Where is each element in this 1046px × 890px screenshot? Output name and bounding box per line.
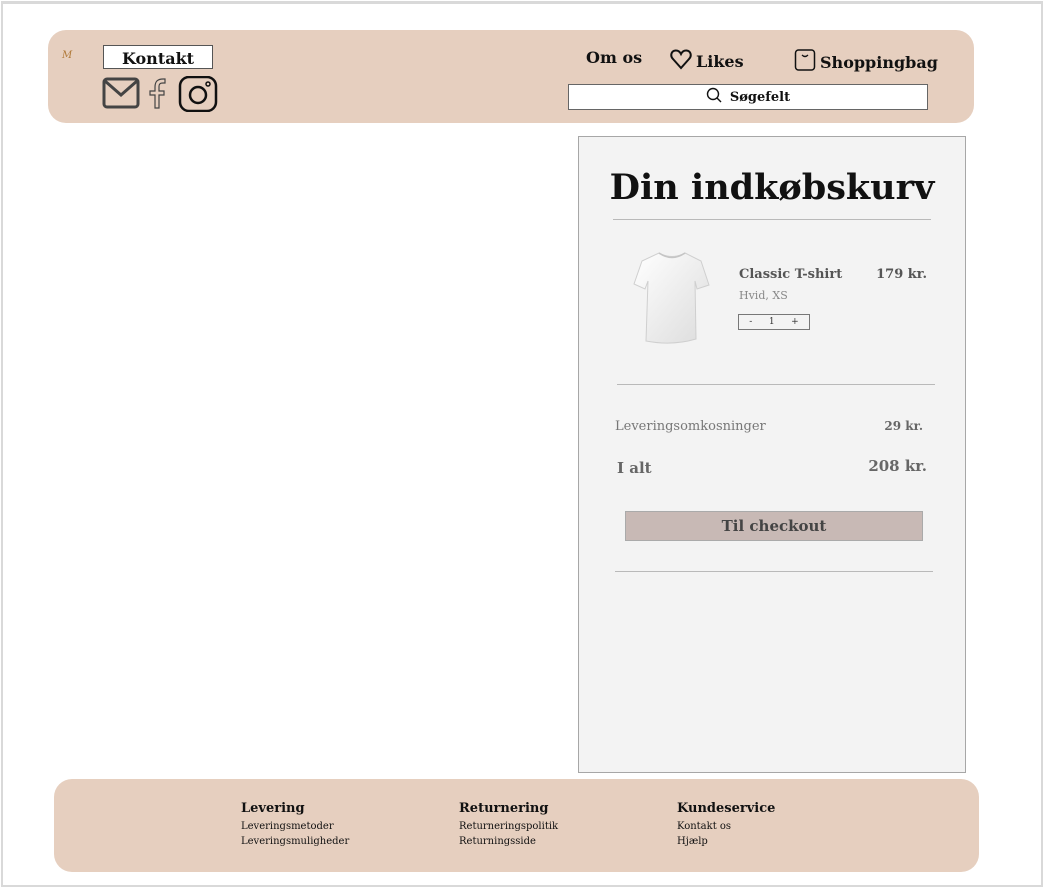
product-price: 179 kr. — [876, 267, 927, 282]
quantity-value: 1 — [768, 317, 775, 327]
nav-likes[interactable]: Likes — [670, 48, 744, 74]
checkout-button[interactable]: Til checkout — [625, 511, 923, 541]
footer-link[interactable]: Returningsside — [459, 834, 558, 849]
shipping-price: 29 kr. — [884, 419, 923, 433]
footer-column-returnering: Returnering Returneringspolitik Returnin… — [459, 801, 558, 849]
search-input[interactable]: Søgefelt — [568, 84, 928, 110]
nav-about-label: Om os — [586, 48, 643, 67]
search-icon — [706, 87, 722, 107]
product-name[interactable]: Classic T-shirt — [739, 267, 842, 282]
footer-link[interactable]: Returneringspolitik — [459, 819, 558, 834]
search-label: Søgefelt — [729, 89, 791, 105]
heart-icon — [670, 48, 692, 74]
total-price: 208 kr. — [868, 457, 927, 475]
site-footer: Levering Leveringsmetoder Leveringsmulig… — [54, 779, 979, 872]
quantity-stepper: - 1 + — [738, 314, 810, 330]
nav-about[interactable]: Om os — [586, 48, 642, 67]
footer-link[interactable]: Leveringsmetoder — [241, 819, 349, 834]
facebook-icon[interactable] — [146, 76, 170, 114]
divider — [615, 571, 933, 572]
contact-button[interactable]: Kontakt — [103, 45, 213, 69]
footer-link[interactable]: Hjælp — [677, 834, 775, 849]
footer-column-levering: Levering Leveringsmetoder Leveringsmulig… — [241, 801, 349, 849]
footer-heading: Returnering — [459, 801, 549, 816]
quantity-decrease-button[interactable]: - — [745, 317, 756, 327]
cart-panel: Din indkøbskurv Classic T-shirt Hvid, XS… — [578, 136, 966, 773]
divider — [613, 219, 931, 220]
divider — [617, 384, 935, 385]
footer-column-kundeservice: Kundeservice Kontakt os Hjælp — [677, 801, 775, 849]
product-variant: Hvid, XS — [739, 289, 788, 302]
total-label: I alt — [617, 459, 652, 477]
shipping-label: Leveringsomkosninger — [615, 419, 766, 434]
footer-link[interactable]: Kontakt os — [677, 819, 775, 834]
shopping-bag-icon — [794, 48, 816, 76]
instagram-icon[interactable] — [178, 75, 218, 116]
site-header: M Kontakt Om os Likes Shoppingbag Søgefe… — [48, 30, 974, 123]
quantity-increase-button[interactable]: + — [787, 317, 803, 327]
footer-heading: Kundeservice — [677, 801, 776, 816]
nav-bag-label: Shoppingbag — [820, 52, 938, 72]
cart-title: Din indkøbskurv — [609, 167, 935, 208]
product-image[interactable] — [631, 247, 713, 351]
nav-shoppingbag[interactable]: Shoppingbag — [794, 48, 938, 76]
footer-heading: Levering — [241, 801, 305, 816]
footer-link[interactable]: Leveringsmuligheder — [241, 834, 349, 849]
nav-likes-label: Likes — [696, 51, 744, 71]
logo[interactable]: M — [62, 50, 72, 61]
mail-icon[interactable] — [102, 76, 140, 114]
